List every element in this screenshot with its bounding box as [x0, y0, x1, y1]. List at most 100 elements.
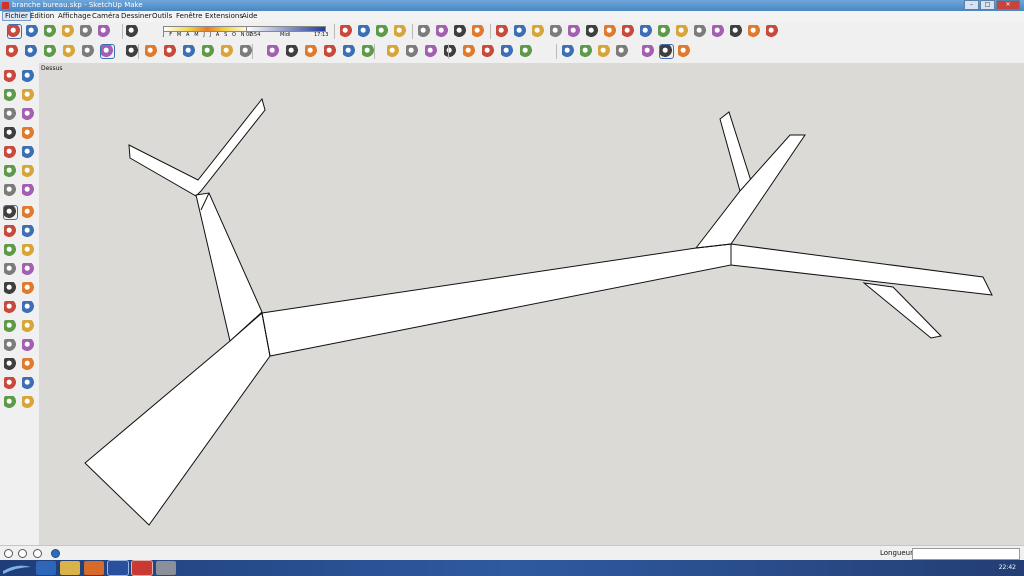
polygon-icon[interactable]: [22, 146, 35, 159]
arc-icon[interactable]: [4, 165, 17, 178]
eraser-icon[interactable]: [25, 45, 38, 58]
toolbar-extra-icon[interactable]: [580, 45, 593, 58]
offset-icon[interactable]: [202, 45, 215, 58]
previous-view-icon[interactable]: [22, 358, 35, 371]
toolbar-extra-icon[interactable]: [532, 25, 545, 38]
two-point-arc-icon[interactable]: [22, 184, 35, 197]
branch-model[interactable]: [39, 63, 1024, 545]
toolbar-extra-icon[interactable]: [766, 25, 779, 38]
word-icon[interactable]: [107, 560, 129, 576]
toolbar-extra-icon[interactable]: [659, 44, 674, 59]
circle-icon[interactable]: [4, 146, 17, 159]
zoom-icon[interactable]: [4, 339, 17, 352]
toolbar-extra-icon[interactable]: [694, 25, 707, 38]
zoom-extents-icon[interactable]: [4, 358, 17, 371]
layers-icon[interactable]: [358, 25, 371, 38]
select-icon[interactable]: [4, 70, 17, 83]
materials-icon[interactable]: [418, 25, 431, 38]
scale-icon[interactable]: [80, 25, 93, 38]
explorer-icon[interactable]: [60, 561, 80, 575]
credits-icon[interactable]: [18, 549, 27, 558]
menu-affichage[interactable]: Affichage: [56, 12, 93, 20]
axes-icon[interactable]: [4, 301, 17, 314]
axes-icon[interactable]: [267, 45, 280, 58]
close-button[interactable]: ✕: [996, 0, 1020, 10]
menu-extensions[interactable]: Extensions: [203, 12, 245, 20]
model-info-icon[interactable]: [454, 25, 467, 38]
select-icon[interactable]: [6, 45, 19, 58]
toolbar-extra-icon[interactable]: [730, 25, 743, 38]
move-icon[interactable]: [100, 44, 115, 59]
tape-measure-icon[interactable]: [4, 263, 17, 276]
monochrome-icon[interactable]: [520, 45, 533, 58]
line-icon[interactable]: [4, 108, 17, 121]
paint-bucket-icon[interactable]: [4, 89, 17, 102]
line-icon[interactable]: [44, 45, 57, 58]
toolbar-extra-icon[interactable]: [562, 45, 575, 58]
toolbar-extra-icon[interactable]: [586, 25, 599, 38]
toolbar-extra-icon[interactable]: [616, 45, 629, 58]
styles-icon[interactable]: [436, 25, 449, 38]
menu-outils[interactable]: Outils: [150, 12, 174, 20]
outliner-icon[interactable]: [472, 25, 485, 38]
sketchup-icon[interactable]: [131, 560, 153, 576]
top-view-icon[interactable]: [387, 45, 400, 58]
orbit-icon[interactable]: [286, 45, 299, 58]
look-around-icon[interactable]: [22, 377, 35, 390]
xray-icon[interactable]: [425, 45, 438, 58]
pan-icon[interactable]: [22, 320, 35, 333]
protractor-icon[interactable]: [4, 282, 17, 295]
hidden-line-icon[interactable]: [463, 45, 476, 58]
toolbar-extra-icon[interactable]: [568, 25, 581, 38]
measurement-input[interactable]: [912, 548, 1020, 560]
toolbar-extra-icon[interactable]: [622, 25, 635, 38]
toolbar-extra-icon[interactable]: [712, 25, 725, 38]
menu-edition[interactable]: Édition: [28, 12, 56, 20]
dimension-icon[interactable]: [22, 263, 35, 276]
follow-me-icon[interactable]: [164, 45, 177, 58]
user-icon[interactable]: [33, 549, 42, 558]
follow-me-icon[interactable]: [22, 225, 35, 238]
rotate-icon[interactable]: [145, 45, 158, 58]
sandbox-icon[interactable]: [514, 25, 527, 38]
rotate-icon[interactable]: [44, 25, 57, 38]
three-point-arc-icon[interactable]: [4, 184, 17, 197]
rotate-icon[interactable]: [4, 225, 17, 238]
toolbar-extra-icon[interactable]: [604, 25, 617, 38]
wireframe-icon[interactable]: [444, 45, 457, 58]
toolbar-extra-icon[interactable]: [598, 45, 611, 58]
toolbar-extra-icon[interactable]: [550, 25, 563, 38]
firefox-icon[interactable]: [84, 561, 104, 575]
menu-camera[interactable]: Caméra: [90, 12, 121, 20]
photo-icon[interactable]: [156, 561, 176, 575]
position-camera-icon[interactable]: [4, 377, 17, 390]
rectangle-icon[interactable]: [4, 127, 17, 140]
toolbar-extra-icon[interactable]: [678, 45, 691, 58]
section-plane-icon[interactable]: [22, 396, 35, 409]
select-icon[interactable]: [7, 24, 22, 39]
eraser-icon[interactable]: [22, 89, 35, 102]
scenes-icon[interactable]: [496, 25, 509, 38]
minimize-button[interactable]: –: [964, 0, 979, 10]
maximize-button[interactable]: □: [980, 0, 995, 10]
component-icon[interactable]: [340, 25, 353, 38]
move-icon[interactable]: [26, 25, 39, 38]
menu-dessiner[interactable]: Dessiner: [119, 12, 154, 20]
menu-aide[interactable]: Aide: [240, 12, 259, 20]
tape-measure-icon[interactable]: [221, 45, 234, 58]
eraser-icon[interactable]: [126, 25, 139, 38]
help-icon[interactable]: [51, 549, 60, 558]
follow-me-icon[interactable]: [62, 25, 75, 38]
3d-text-icon[interactable]: [22, 301, 35, 314]
sketchup-app-icon[interactable]: [2, 2, 9, 9]
toolbar-extra-icon[interactable]: [642, 45, 655, 58]
pie-icon[interactable]: [22, 165, 35, 178]
freehand-icon[interactable]: [22, 108, 35, 121]
geo-location-icon[interactable]: [376, 25, 389, 38]
textured-icon[interactable]: [501, 45, 514, 58]
toolbar-extra-icon[interactable]: [748, 25, 761, 38]
shaded-icon[interactable]: [482, 45, 495, 58]
front-view-icon[interactable]: [406, 45, 419, 58]
start-orb-icon[interactable]: [2, 561, 32, 575]
ie-icon[interactable]: [36, 561, 56, 575]
